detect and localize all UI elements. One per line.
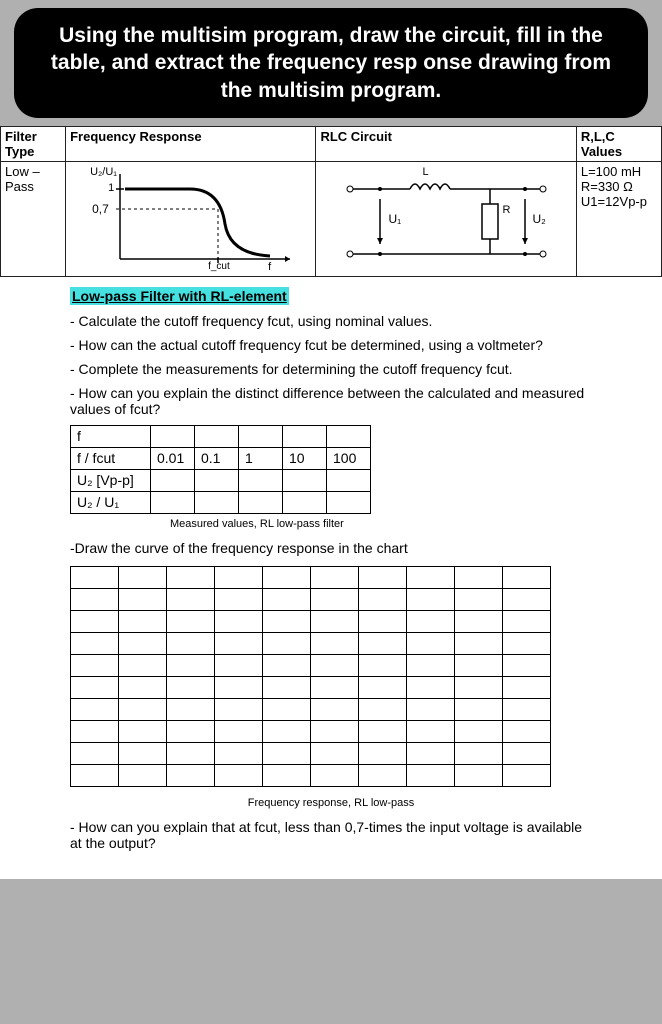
meas-row-ffcut-label: f / fcut — [71, 447, 151, 469]
question-3: - Complete the measurements for determin… — [70, 361, 592, 377]
meas-cell — [239, 469, 283, 491]
meas-cell: 0.1 — [195, 447, 239, 469]
meas-cell: 1 — [239, 447, 283, 469]
meas-cell — [283, 469, 327, 491]
lowpass-curve-svg — [70, 164, 310, 274]
meas-cell: 100 — [327, 447, 371, 469]
cell-rlc-values: L=100 mH R=330 Ω U1=12Vp-p — [576, 161, 661, 276]
meas-cell — [327, 469, 371, 491]
meas-cell — [195, 491, 239, 513]
value-R: R=330 Ω — [581, 179, 657, 194]
value-L: L=100 mH — [581, 164, 657, 179]
filter-summary-table: Filter Type Frequency Response RLC Circu… — [0, 126, 662, 277]
meas-cell — [283, 491, 327, 513]
circuit-U2-label: U₂ — [532, 212, 545, 226]
content-panel: Low-pass Filter with RL-element - Calcul… — [0, 277, 662, 879]
meas-cell — [239, 491, 283, 513]
draw-curve-instruction: -Draw the curve of the frequency respons… — [70, 540, 592, 556]
circuit-U1-label: U₁ — [388, 212, 401, 226]
value-U1: U1=12Vp-p — [581, 194, 657, 209]
meas-row-u2-label: U₂ [Vp-p] — [71, 469, 151, 491]
meas-row-f-label: f — [71, 425, 151, 447]
meas-row-u2u1-label: U₂ / U₁ — [71, 491, 151, 513]
measurement-table: f f / fcut 0.01 0.1 1 10 100 U₂ [Vp-p] U… — [70, 425, 371, 514]
meas-cell — [195, 469, 239, 491]
axis-y-one-label: 1 — [108, 182, 114, 194]
meas-cell — [327, 491, 371, 513]
question-5: - How can you explain that at fcut, less… — [70, 819, 592, 851]
header-rlc-values: R,L,C Values — [576, 126, 661, 161]
blank-chart-grid — [70, 566, 551, 787]
axis-x-fcut-label: f_cut — [208, 261, 230, 272]
meas-cell — [239, 425, 283, 447]
header-filter-type: Filter Type — [1, 126, 66, 161]
question-1: - Calculate the cutoff frequency fcut, u… — [70, 313, 592, 329]
meas-cell — [151, 491, 195, 513]
circuit-L-label: L — [422, 166, 428, 178]
question-2: - How can the actual cutoff frequency fc… — [70, 337, 592, 353]
axis-y-07-label: 0,7 — [92, 202, 109, 216]
axis-y-ratio-label: U₂/U₁ — [90, 166, 117, 178]
instruction-banner: Using the multisim program, draw the cir… — [14, 8, 648, 118]
axis-x-f-label: f — [268, 261, 271, 273]
meas-cell — [195, 425, 239, 447]
circuit-R-label: R — [502, 204, 510, 216]
section-heading: Low-pass Filter with RL-element — [70, 287, 289, 305]
question-4: - How can you explain the distinct diffe… — [70, 385, 592, 417]
cell-frequency-response-diagram: U₂/U₁ 1 0,7 f_cut f — [66, 161, 316, 276]
cell-rlc-circuit-diagram: L U₁ R U₂ — [316, 161, 576, 276]
meas-table-caption: Measured values, RL low-pass filter — [70, 518, 592, 530]
cell-filter-type: Low – Pass — [1, 161, 66, 276]
meas-cell — [283, 425, 327, 447]
meas-cell — [151, 469, 195, 491]
header-rlc-circuit: RLC Circuit — [316, 126, 576, 161]
chart-caption: Frequency response, RL low-pass — [70, 797, 592, 809]
meas-cell: 0.01 — [151, 447, 195, 469]
header-frequency-response: Frequency Response — [66, 126, 316, 161]
meas-cell — [151, 425, 195, 447]
meas-cell — [327, 425, 371, 447]
meas-cell: 10 — [283, 447, 327, 469]
